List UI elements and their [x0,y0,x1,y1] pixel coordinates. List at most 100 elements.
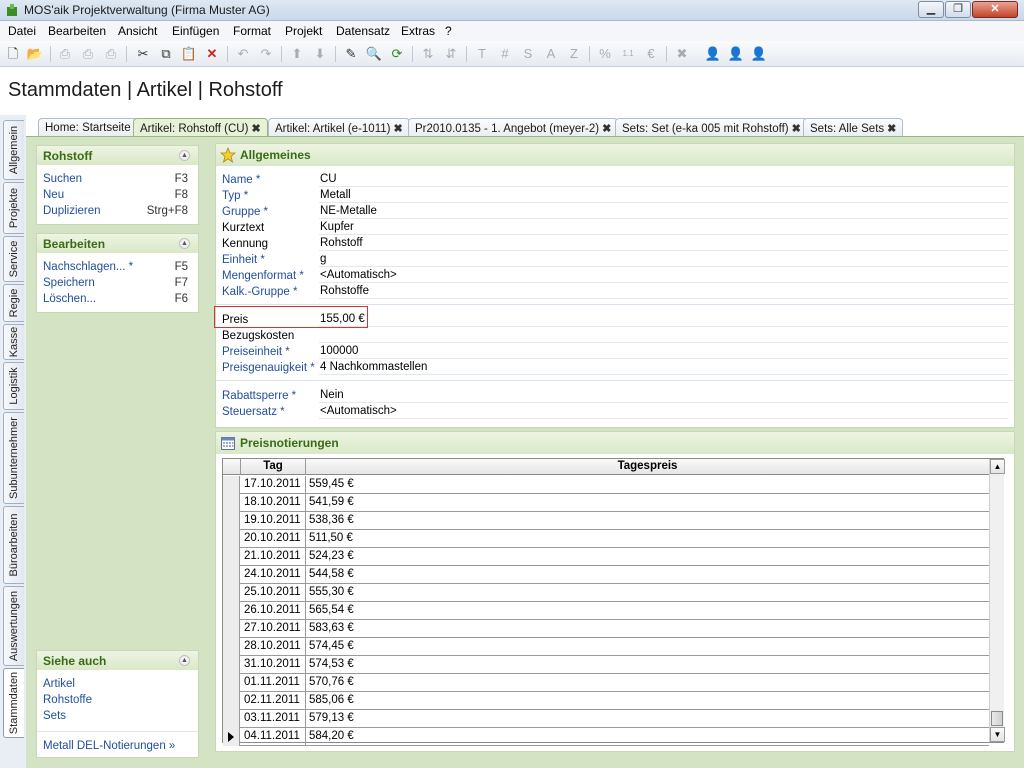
vtab-allgemein[interactable]: Allgemein [3,120,24,180]
menu-datei[interactable]: Datei [8,24,36,38]
cell-tagespreis[interactable]: 559,45 € [309,478,354,490]
close-tab-icon[interactable]: ✖ [251,123,260,135]
column-header-tag[interactable]: Tag [241,459,306,475]
menu-ansicht[interactable]: Ansicht [118,24,157,38]
menu-datensatz[interactable]: Datensatz [336,24,390,38]
format-z-icon[interactable]: Z [565,45,583,63]
cell-tag[interactable]: 26.10.2011 [244,604,301,616]
close-tab-icon[interactable]: ✖ [792,123,801,135]
cell-tag[interactable]: 20.10.2011 [244,532,301,544]
table-row[interactable]: 20.10.2011 511,50 € [223,530,989,548]
move-down-icon[interactable]: ⬇ [311,45,329,63]
cell-tagespreis[interactable]: 544,58 € [309,568,354,580]
cell-tag[interactable]: 18.10.2011 [244,496,301,508]
cell-tagespreis[interactable]: 565,54 € [309,604,354,616]
cell-tag[interactable]: 27.10.2011 [244,622,301,634]
user-remove-icon[interactable]: ✖ [673,45,691,63]
field-label[interactable]: Gruppe * [222,206,268,218]
doctab-artikel-rohstoff[interactable]: Artikel: Rohstoff (CU) ✖ [133,118,268,137]
field-label[interactable]: Einheit * [222,254,265,266]
vtab-kasse[interactable]: Kasse [3,324,24,360]
cell-tagespreis[interactable]: 574,53 € [309,658,354,670]
vtab-projekte[interactable]: Projekte [3,182,24,234]
format-text-icon[interactable]: T [473,45,491,63]
doctab-alle-sets[interactable]: Sets: Alle Sets ✖ [803,118,904,137]
field-value[interactable]: Nein [319,388,1008,403]
column-header-tagespreis[interactable]: Tagespreis [306,459,989,475]
field-value[interactable]: Rohstoff [319,236,1008,251]
field-label[interactable]: Name * [222,174,260,186]
collapse-icon[interactable]: ▲ [179,150,190,161]
row-selector[interactable] [223,476,240,494]
row-selector[interactable] [223,512,240,530]
field-value[interactable]: 155,00 € [319,312,1008,327]
row-selector[interactable] [223,710,240,728]
minimize-button[interactable]: ▁ [918,1,944,18]
row-selector[interactable] [223,692,240,710]
table-row[interactable]: 19.10.2011 538,36 € [223,512,989,530]
field-label[interactable]: Typ * [222,190,248,202]
row-selector[interactable] [223,674,240,692]
menu-extras[interactable]: Extras [401,24,435,38]
format-number-icon[interactable]: # [496,45,514,63]
table-row[interactable]: 27.10.2011 583,63 € [223,620,989,638]
copy-icon[interactable]: ⧉ [157,45,175,63]
cell-tag[interactable]: 25.10.2011 [244,586,301,598]
edit-pencil-icon[interactable]: ✎ [342,45,360,63]
field-value[interactable]: CU [319,172,1008,187]
row-selector[interactable] [223,620,240,638]
doctab-angebot[interactable]: Pr2010.0135 - 1. Angebot (meyer-2) ✖ [408,118,619,137]
sidebar-item-speichern[interactable]: Speichern F7 [37,275,198,291]
cell-tagespreis[interactable]: 524,23 € [309,550,354,562]
menu-format[interactable]: Format [233,24,271,38]
cell-tag[interactable]: 21.10.2011 [244,550,301,562]
new-document-icon[interactable]: 🗋 [4,45,22,63]
cell-tagespreis[interactable]: 570,76 € [309,676,354,688]
cell-tagespreis[interactable]: 585,06 € [309,694,354,706]
table-row[interactable]: 17.10.2011 559,45 € [223,476,989,494]
cell-tag[interactable]: 31.10.2011 [244,658,301,670]
table-row[interactable]: 02.11.2011 585,06 € [223,692,989,710]
menu-help[interactable]: ? [445,24,452,38]
field-value[interactable]: NE-Metalle [319,204,1008,219]
vtab-bueroarbeiten[interactable]: Büroarbeiten [3,506,24,584]
table-row[interactable]: 26.10.2011 565,54 € [223,602,989,620]
redo-icon[interactable]: ↷ [257,45,275,63]
scrollbar-thumb[interactable] [991,711,1003,726]
field-value[interactable]: 4 Nachkommastellen [319,360,1008,375]
sidebar-item-loeschen[interactable]: Löschen... F6 [37,291,198,307]
vtab-auswertungen[interactable]: Auswertungen [3,586,24,666]
row-selector[interactable] [223,602,240,620]
doctab-home[interactable]: Home: Startseite [38,118,138,137]
close-tab-icon[interactable]: ✖ [602,123,611,135]
sidebar-link-metall-del[interactable]: Metall DEL-Notierungen » [37,738,198,754]
cell-tagespreis[interactable]: 574,45 € [309,640,354,652]
format-s-icon[interactable]: S [519,45,537,63]
refresh-icon[interactable]: ⟳ [388,45,406,63]
table-row[interactable]: 24.10.2011 544,58 € [223,566,989,584]
vtab-stammdaten[interactable]: Stammdaten [3,668,24,738]
cell-tagespreis[interactable]: 538,36 € [309,514,354,526]
cell-tag[interactable]: 04.11.2011 [244,730,300,742]
sidebar-item-suchen[interactable]: Suchen F3 [37,171,198,187]
cell-tag[interactable]: 19.10.2011 [244,514,301,526]
menu-bearbeiten[interactable]: Bearbeiten [48,24,106,38]
table-row[interactable]: 03.11.2011 579,13 € [223,710,989,728]
row-selector[interactable] [223,530,240,548]
sidebar-link-artikel[interactable]: Artikel [37,676,198,692]
table-row[interactable]: 01.11.2011 570,76 € [223,674,989,692]
cell-tagespreis[interactable]: 579,13 € [309,712,354,724]
sidebar-item-nachschlagen[interactable]: Nachschlagen... * F5 [37,259,198,275]
collapse-icon[interactable]: ▲ [179,238,190,249]
sidebar-item-duplizieren[interactable]: Duplizieren Strg+F8 [37,203,198,219]
row-selector[interactable] [223,584,240,602]
decimal-places-icon[interactable]: 1.1 [619,45,637,63]
field-label[interactable]: Kalk.-Gruppe * [222,286,297,298]
format-a-icon[interactable]: A [542,45,560,63]
cell-tag[interactable]: 24.10.2011 [244,568,301,580]
table-row[interactable]: 21.10.2011 524,23 € [223,548,989,566]
vtab-logistik[interactable]: Logistik [3,362,24,410]
user-blue-icon[interactable]: 👤 [704,45,722,63]
sidebar-link-sets[interactable]: Sets [37,708,198,724]
currency-icon[interactable]: € [642,45,660,63]
